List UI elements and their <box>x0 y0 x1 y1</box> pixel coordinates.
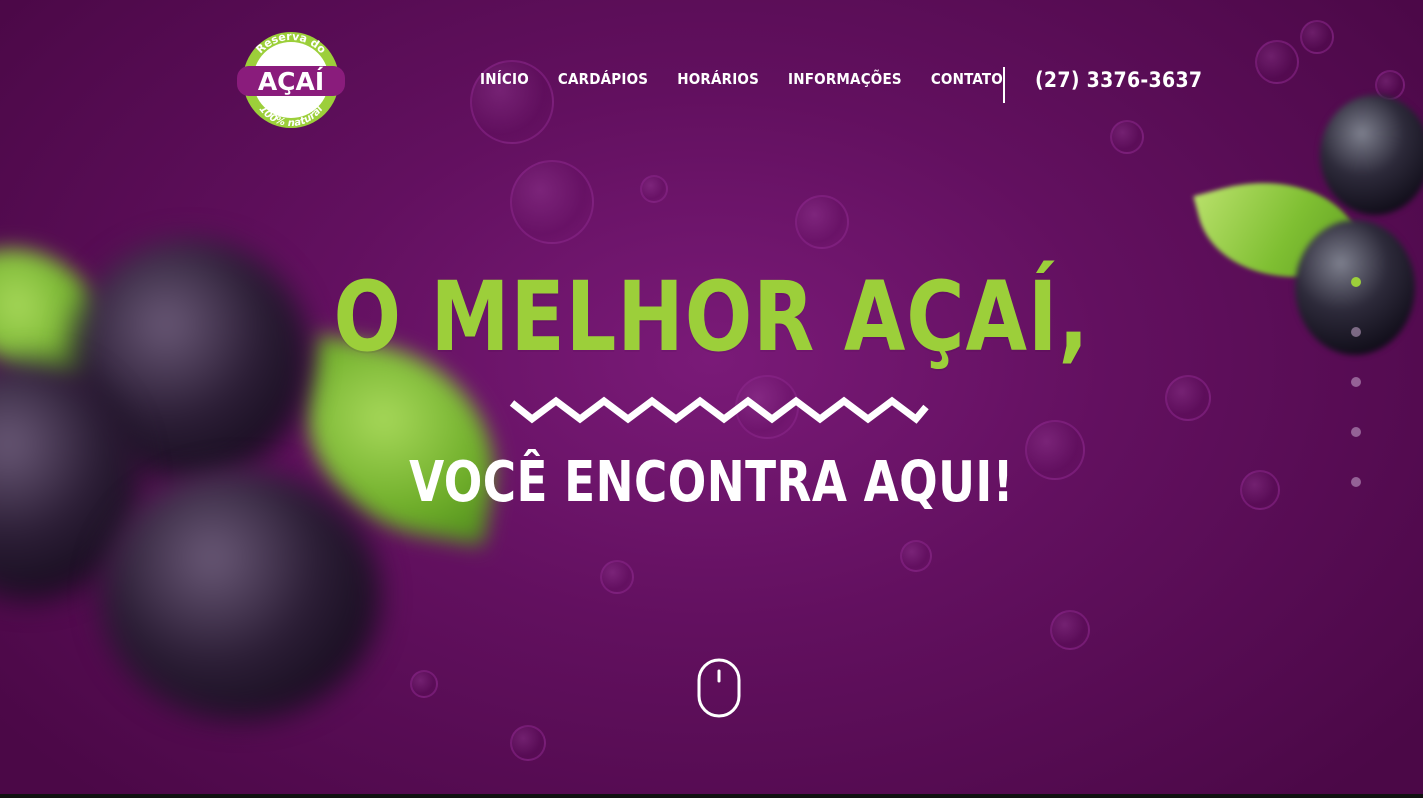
bubble-decoration <box>1300 20 1334 54</box>
bubble-decoration <box>1165 375 1211 421</box>
bubble-decoration <box>640 175 668 203</box>
nav-item-informacoes[interactable]: INFORMAÇÕES <box>788 70 902 88</box>
nav-item-inicio[interactable]: INÍCIO <box>480 70 529 88</box>
zigzag-divider <box>509 396 929 424</box>
logo-main-text: AÇAÍ <box>258 67 324 96</box>
phone-number[interactable]: (27) 3376-3637 <box>1035 68 1202 92</box>
pager-dot-3[interactable] <box>1351 377 1361 387</box>
acai-berry-decoration <box>1320 95 1423 215</box>
bubble-decoration <box>510 160 594 244</box>
mouse-scroll-icon[interactable] <box>697 658 741 718</box>
bubble-decoration <box>1110 120 1144 154</box>
bubble-decoration <box>795 195 849 249</box>
bubble-decoration <box>1255 40 1299 84</box>
pager-dot-5[interactable] <box>1351 477 1361 487</box>
hero-subtitle: VOCÊ ENCONTRA AQUI! <box>409 450 1014 515</box>
slide-pager <box>1351 277 1363 527</box>
bubble-decoration <box>510 725 546 761</box>
bubble-decoration <box>410 670 438 698</box>
nav-item-contato[interactable]: CONTATO <box>931 70 1003 88</box>
nav-item-horarios[interactable]: HORÁRIOS <box>677 70 759 88</box>
reserva-do-acai-logo[interactable]: Reserva do 100% natural AÇAÍ <box>235 30 347 130</box>
bubble-decoration <box>600 560 634 594</box>
hero-title: O MELHOR AÇAÍ, <box>333 261 1090 373</box>
bubble-decoration <box>1050 610 1090 650</box>
pager-dot-4[interactable] <box>1351 427 1361 437</box>
bottom-bar <box>0 794 1423 798</box>
bubble-decoration <box>900 540 932 572</box>
pager-dot-2[interactable] <box>1351 327 1361 337</box>
nav-item-cardapios[interactable]: CARDÁPIOS <box>558 70 648 88</box>
pager-dot-1[interactable] <box>1351 277 1361 287</box>
main-nav: INÍCIO CARDÁPIOS HORÁRIOS INFORMAÇÕES CO… <box>480 70 1032 88</box>
hero-section: Reserva do 100% natural AÇAÍ INÍCIO CARD… <box>0 0 1423 798</box>
nav-divider <box>1003 67 1005 103</box>
